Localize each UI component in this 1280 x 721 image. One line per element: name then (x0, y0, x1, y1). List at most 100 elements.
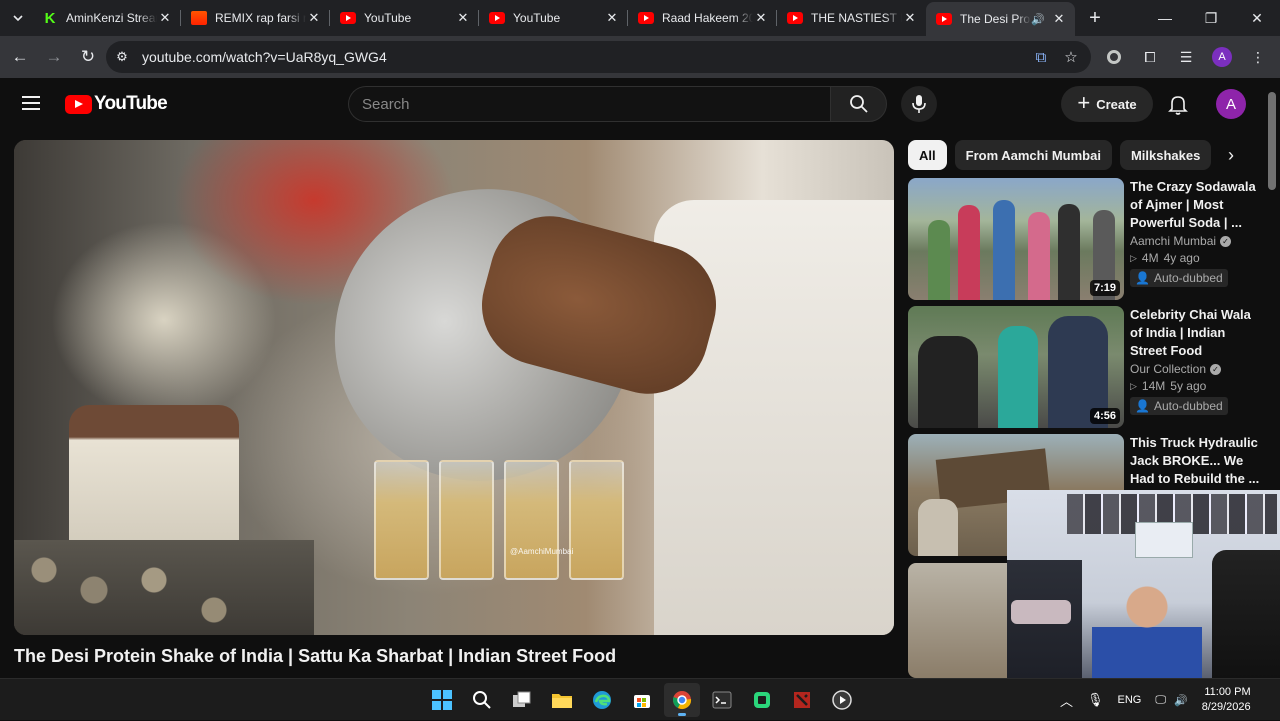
clock-date: 8/29/2026 (1201, 701, 1251, 713)
menu-hamburger-icon[interactable] (22, 96, 40, 110)
microphone-tray-icon[interactable]: 🎙 (1087, 692, 1104, 708)
tab-title: The Desi Prote (960, 12, 1031, 26)
chevron-right-icon[interactable]: › (1212, 140, 1250, 170)
search-field[interactable] (348, 86, 830, 122)
tab-close-icon[interactable]: ✕ (604, 10, 620, 26)
search-input[interactable] (362, 95, 830, 113)
chevron-up-icon[interactable]: ︿ (1060, 691, 1073, 710)
youtube-icon (638, 10, 654, 26)
tab-title: Raad Hakeem 202 (662, 11, 753, 25)
clock[interactable]: 11:00 PM 8/29/2026 (1202, 685, 1251, 715)
maximize-icon[interactable]: ❐ (1188, 0, 1234, 36)
tab-title: REMIX rap farsi re (215, 11, 306, 25)
system-tray: ︿ 🎙 ENG 🖵 🔊 11:00 PM 8/29/2026 (1060, 679, 1251, 721)
browser-tab[interactable]: THE NASTIEST Ind ✕ (777, 0, 926, 36)
voice-search-button[interactable] (901, 86, 937, 122)
upload-age: 5y ago (1170, 379, 1207, 393)
browser-tab[interactable]: REMIX rap farsi re ✕ (181, 0, 330, 36)
microphone-icon (912, 95, 926, 113)
browser-menu-icon[interactable]: ⋮ (1244, 41, 1272, 73)
channel-name[interactable]: Our Collection (1130, 362, 1206, 376)
site-info-icon[interactable]: ⚙ (106, 49, 138, 65)
video-title[interactable]: Celebrity Chai Wala of India | Indian St… (1130, 306, 1260, 360)
taskbar-search-icon[interactable] (464, 683, 500, 717)
channel-name[interactable]: Aamchi Mumbai (1130, 234, 1216, 248)
game-launcher-icon[interactable] (744, 683, 780, 717)
back-arrow-icon[interactable]: ← (4, 41, 36, 73)
video-title[interactable]: This Truck Hydraulic Jack BROKE... We Ha… (1130, 434, 1260, 488)
close-window-icon[interactable]: ✕ (1234, 0, 1280, 36)
tab-close-icon[interactable]: ✕ (157, 10, 173, 26)
verified-check-icon: ✓ (1220, 235, 1232, 247)
search-button[interactable] (830, 86, 887, 122)
media-controls-icon[interactable]: ☰ (1172, 41, 1200, 73)
tab-close-icon[interactable]: ✕ (455, 10, 471, 26)
terminal-icon[interactable] (704, 683, 740, 717)
browser-tab[interactable]: YouTube ✕ (330, 0, 479, 36)
chip-milkshakes[interactable]: Milkshakes (1119, 140, 1212, 170)
view-count: 4M (1141, 251, 1159, 265)
browser-tab[interactable]: Raad Hakeem 202 ✕ (628, 0, 777, 36)
tab-title: YouTube (513, 11, 561, 25)
verified-check-icon: ✓ (1210, 363, 1222, 375)
youtube-icon (489, 10, 505, 26)
start-windows-icon[interactable] (424, 683, 460, 717)
tab-title: THE NASTIEST Ind (811, 11, 902, 25)
youtube-header: YouTube + Create A (0, 78, 1280, 130)
youtube-icon (936, 11, 952, 27)
account-avatar[interactable]: A (1216, 89, 1246, 119)
auto-dubbed-badge: 👤 Auto-dubbed (1130, 269, 1228, 287)
task-view-icon[interactable] (504, 683, 540, 717)
reload-icon[interactable]: ↻ (72, 41, 104, 73)
chip-all[interactable]: All (908, 140, 947, 170)
extension-circle-icon[interactable] (1100, 41, 1128, 73)
youtube-logo[interactable]: YouTube (65, 93, 168, 115)
media-player-icon[interactable] (824, 683, 860, 717)
chip-from-channel[interactable]: From Aamchi Mumbai (954, 140, 1112, 170)
dota-icon[interactable] (784, 683, 820, 717)
search-icon (849, 95, 868, 113)
tab-close-icon[interactable]: ✕ (902, 10, 918, 26)
youtube-wordmark: YouTube (94, 93, 168, 114)
network-icon[interactable]: 🖵 (1155, 694, 1166, 707)
chrome-icon[interactable] (664, 683, 700, 717)
volume-icon[interactable]: 🔊 (1174, 694, 1188, 707)
view-count: 14M (1141, 379, 1166, 393)
recommended-video[interactable]: 7:19 The Crazy Sodawala of Ajmer | Most … (908, 178, 1268, 300)
microsoft-store-icon[interactable] (624, 683, 660, 717)
notifications-bell-icon[interactable] (1166, 92, 1190, 116)
language-indicator[interactable]: ENG (1118, 694, 1142, 706)
minimize-icon[interactable]: — (1142, 0, 1188, 36)
video-duration: 7:19 (1089, 280, 1120, 296)
tab-close-icon[interactable]: ✕ (753, 10, 769, 26)
auto-dubbed-badge: 👤 Auto-dubbed (1130, 397, 1228, 415)
url-text[interactable]: youtube.com/watch?v=UaR8yq_GWG4 (142, 49, 387, 65)
edge-browser-icon[interactable] (584, 683, 620, 717)
video-thumbnail[interactable]: 7:19 (908, 178, 1124, 300)
kick-icon: K (44, 9, 56, 27)
file-explorer-icon[interactable] (544, 683, 580, 717)
browser-tab[interactable]: K AminKenzi Stream ✕ (32, 0, 181, 36)
bookmark-star-icon[interactable]: ☆ (1059, 45, 1083, 69)
extensions-puzzle-icon[interactable]: ⧠ (1136, 41, 1164, 73)
forward-arrow-icon[interactable]: → (38, 41, 70, 73)
new-tab-button[interactable]: + (1081, 7, 1109, 30)
install-app-icon[interactable]: ⧉ (1029, 45, 1053, 69)
browser-toolbar: ← → ↻ ⚙ youtube.com/watch?v=UaR8yq_GWG4 … (0, 36, 1280, 78)
tab-close-icon[interactable]: ✕ (306, 10, 322, 26)
tab-search-chevron-icon[interactable] (4, 4, 32, 32)
address-bar[interactable]: ⚙ youtube.com/watch?v=UaR8yq_GWG4 ⧉ ☆ (106, 41, 1091, 73)
filter-chips: All From Aamchi Mumbai Milkshakes (908, 140, 1212, 170)
profile-avatar-small[interactable]: A (1208, 41, 1236, 73)
video-title: The Desi Protein Shake of India | Sattu … (14, 646, 617, 666)
speaker-icon[interactable]: 🔊 (1031, 13, 1045, 26)
tab-close-icon[interactable]: ✕ (1051, 11, 1067, 27)
video-title[interactable]: The Crazy Sodawala of Ajmer | Most Power… (1130, 178, 1260, 232)
browser-tab-active[interactable]: The Desi Prote 🔊 ✕ (926, 2, 1075, 36)
page-scrollbar[interactable] (1268, 92, 1276, 190)
create-button[interactable]: + Create (1061, 86, 1153, 122)
browser-tab[interactable]: YouTube ✕ (479, 0, 628, 36)
video-thumbnail[interactable]: 4:56 (908, 306, 1124, 428)
video-player[interactable]: @AamchiMumbai (14, 140, 894, 635)
recommended-video[interactable]: 4:56 Celebrity Chai Wala of India | Indi… (908, 306, 1268, 428)
